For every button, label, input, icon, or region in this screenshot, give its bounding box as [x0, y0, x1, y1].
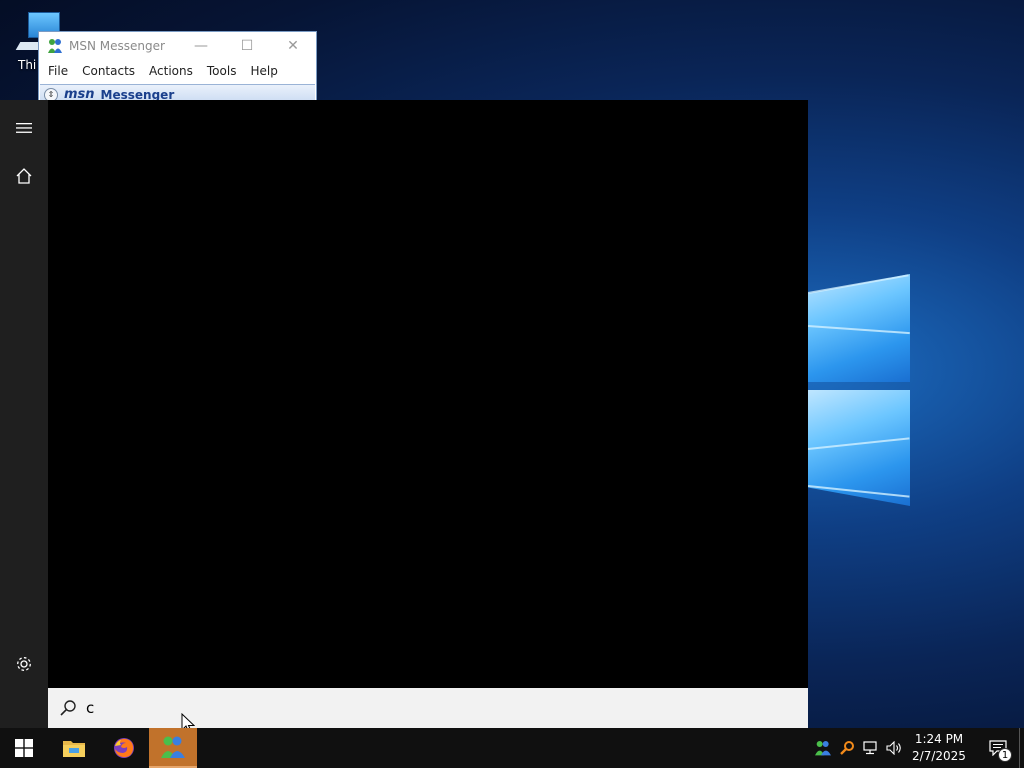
- search-input[interactable]: [86, 693, 686, 723]
- taskbar-msn-messenger[interactable]: [149, 728, 197, 768]
- wallpaper-windows-logo: [780, 230, 1024, 530]
- notification-count-badge: 1: [998, 748, 1012, 762]
- taskbar-firefox[interactable]: [100, 728, 148, 768]
- tray-search[interactable]: [836, 728, 858, 768]
- menu-help[interactable]: Help: [243, 64, 284, 78]
- minimize-button[interactable]: —: [178, 32, 224, 60]
- msn-icon: [47, 38, 63, 54]
- home-button[interactable]: [0, 152, 48, 200]
- close-button[interactable]: ✕: [270, 32, 316, 60]
- msn-icon: [815, 741, 831, 756]
- menu-tools[interactable]: Tools: [200, 64, 244, 78]
- msn-icon: [161, 736, 185, 758]
- volume-icon: [886, 741, 901, 755]
- windows-logo-icon: [15, 739, 33, 757]
- home-icon: [16, 168, 32, 184]
- menu-file[interactable]: File: [41, 64, 75, 78]
- action-center-button[interactable]: 1: [978, 728, 1018, 768]
- start-button[interactable]: [0, 728, 48, 768]
- msn-messenger-window[interactable]: MSN Messenger — ☐ ✕ File Contacts Action…: [38, 31, 317, 104]
- show-desktop-button[interactable]: [1019, 728, 1024, 768]
- clock-time: 1:24 PM: [914, 732, 964, 746]
- search-icon: [58, 698, 78, 718]
- taskbar: 1:24 PM 2/7/2025 1: [0, 728, 1024, 768]
- menu-bar: File Contacts Actions Tools Help: [39, 60, 316, 82]
- taskbar-file-explorer[interactable]: [50, 728, 98, 768]
- settings-button[interactable]: [0, 640, 48, 688]
- start-search-box[interactable]: [48, 688, 808, 728]
- expand-menu-button[interactable]: [0, 104, 48, 152]
- desktop-icon-label: Thi: [18, 58, 37, 72]
- window-titlebar[interactable]: MSN Messenger — ☐ ✕: [39, 32, 316, 60]
- gear-icon: [17, 657, 31, 671]
- start-menu-rail: [0, 100, 48, 728]
- maximize-button[interactable]: ☐: [224, 32, 270, 60]
- menu-actions[interactable]: Actions: [142, 64, 200, 78]
- menu-contacts[interactable]: Contacts: [75, 64, 142, 78]
- taskbar-clock[interactable]: 1:24 PM 2/7/2025: [906, 728, 972, 768]
- tray-volume[interactable]: [884, 728, 906, 768]
- folder-icon: [63, 741, 85, 757]
- window-title: MSN Messenger: [69, 39, 165, 53]
- start-menu-results: [48, 100, 808, 688]
- search-icon: [840, 741, 854, 755]
- clock-date: 2/7/2025: [912, 749, 966, 763]
- network-icon: [863, 741, 877, 755]
- hamburger-icon: [16, 123, 32, 133]
- tray-msn[interactable]: [812, 728, 834, 768]
- firefox-icon: [114, 738, 134, 758]
- tray-network[interactable]: [860, 728, 882, 768]
